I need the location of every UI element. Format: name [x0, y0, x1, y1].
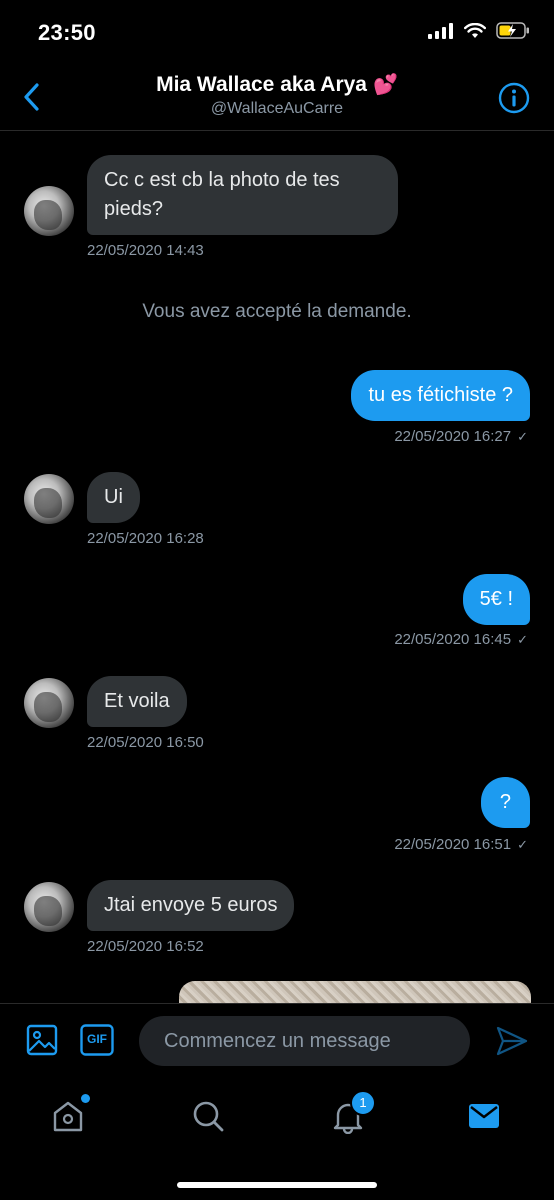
- tab-home[interactable]: [50, 1094, 90, 1138]
- message-bubble-incoming[interactable]: Ui: [87, 472, 140, 523]
- read-check-icon: ✓: [517, 631, 528, 647]
- read-check-icon: ✓: [517, 428, 528, 444]
- request-accepted-notice: Vous avez accepté la demande.: [142, 301, 412, 322]
- message-bubble-outgoing[interactable]: 5€ !: [462, 574, 530, 625]
- message-input[interactable]: [139, 1016, 470, 1066]
- status-icons: [428, 22, 530, 39]
- gif-label: GIF: [87, 1032, 107, 1046]
- notifications-badge: 1: [350, 1090, 376, 1116]
- message-bubble-outgoing[interactable]: tu es fétichiste ?: [351, 370, 530, 421]
- bottom-tab-bar: 1: [0, 1078, 554, 1200]
- message-bubble-incoming[interactable]: Cc c est cb la photo de tes pieds?: [87, 155, 398, 235]
- avatar[interactable]: [24, 186, 74, 236]
- gif-button[interactable]: GIF: [80, 1024, 114, 1056]
- tab-messages[interactable]: [466, 1098, 506, 1138]
- message-bubble-incoming[interactable]: Jtai envoye 5 euros: [87, 880, 295, 931]
- read-check-icon: ✓: [517, 836, 528, 852]
- image-message-preview[interactable]: [179, 981, 531, 1003]
- home-indicator[interactable]: [177, 1182, 377, 1188]
- message-time: 22/05/2020 16:45: [394, 631, 512, 648]
- message-timestamp: 22/05/2020 16:45 ✓: [394, 631, 528, 648]
- message-timestamp: 22/05/2020 16:52: [87, 938, 204, 955]
- message-timestamp: 22/05/2020 14:43: [87, 242, 204, 259]
- avatar[interactable]: [24, 882, 74, 932]
- mail-icon: [469, 1104, 499, 1128]
- search-icon: [193, 1101, 224, 1132]
- message-text: tu es fétichiste ?: [368, 384, 513, 406]
- new-content-dot: [81, 1094, 90, 1103]
- message-text: Cc c est cb la photo de tes: [104, 169, 340, 191]
- message-list[interactable]: Cc c est cb la photo de tes pieds? 22/05…: [0, 131, 554, 1003]
- avatar[interactable]: [24, 474, 74, 524]
- battery-icon: [496, 22, 529, 39]
- status-time: 23:50: [38, 20, 96, 45]
- wifi-icon: [464, 22, 486, 38]
- message-bubble-incoming[interactable]: Et voila: [87, 676, 187, 727]
- signal-icon: [428, 22, 453, 39]
- message-timestamp: 22/05/2020 16:28: [87, 530, 204, 547]
- conversation-title: Mia Wallace aka Arya: [156, 73, 367, 96]
- image-icon[interactable]: [26, 1024, 58, 1056]
- message-input-wrapper[interactable]: [139, 1016, 470, 1066]
- message-bubble-outgoing[interactable]: ?: [480, 777, 530, 828]
- tab-search[interactable]: [190, 1098, 230, 1138]
- message-text: Jtai envoye 5 euros: [104, 894, 278, 916]
- conversation-title-block[interactable]: Mia Wallace aka Arya 💕 @WallaceAuCarre: [0, 72, 554, 118]
- status-bar: 23:50: [0, 0, 554, 62]
- message-text: pieds?: [104, 198, 163, 220]
- message-text: 5€ !: [479, 588, 513, 610]
- send-icon[interactable]: [496, 1026, 528, 1056]
- info-icon[interactable]: [498, 82, 530, 114]
- message-text: ?: [499, 791, 511, 813]
- tab-notifications[interactable]: 1: [330, 1090, 376, 1138]
- home-icon: [53, 1101, 83, 1132]
- message-time: 22/05/2020 16:27: [394, 428, 512, 445]
- message-timestamp: 22/05/2020 16:50: [87, 734, 204, 751]
- conversation-handle: @WallaceAuCarre: [210, 100, 344, 117]
- message-time: 22/05/2020 16:51: [394, 836, 512, 853]
- avatar[interactable]: [24, 678, 74, 728]
- message-timestamp: 22/05/2020 16:51 ✓: [394, 836, 528, 853]
- conversation-title-row: Mia Wallace aka Arya 💕: [0, 72, 554, 97]
- message-text: Et voila: [104, 690, 170, 712]
- message-timestamp: 22/05/2020 16:27 ✓: [394, 428, 528, 445]
- conversation-header: Mia Wallace aka Arya 💕 @WallaceAuCarre: [0, 62, 554, 131]
- message-text: Ui: [104, 486, 123, 508]
- message-composer: GIF: [0, 1003, 554, 1079]
- heart-emoji: 💕: [373, 74, 398, 96]
